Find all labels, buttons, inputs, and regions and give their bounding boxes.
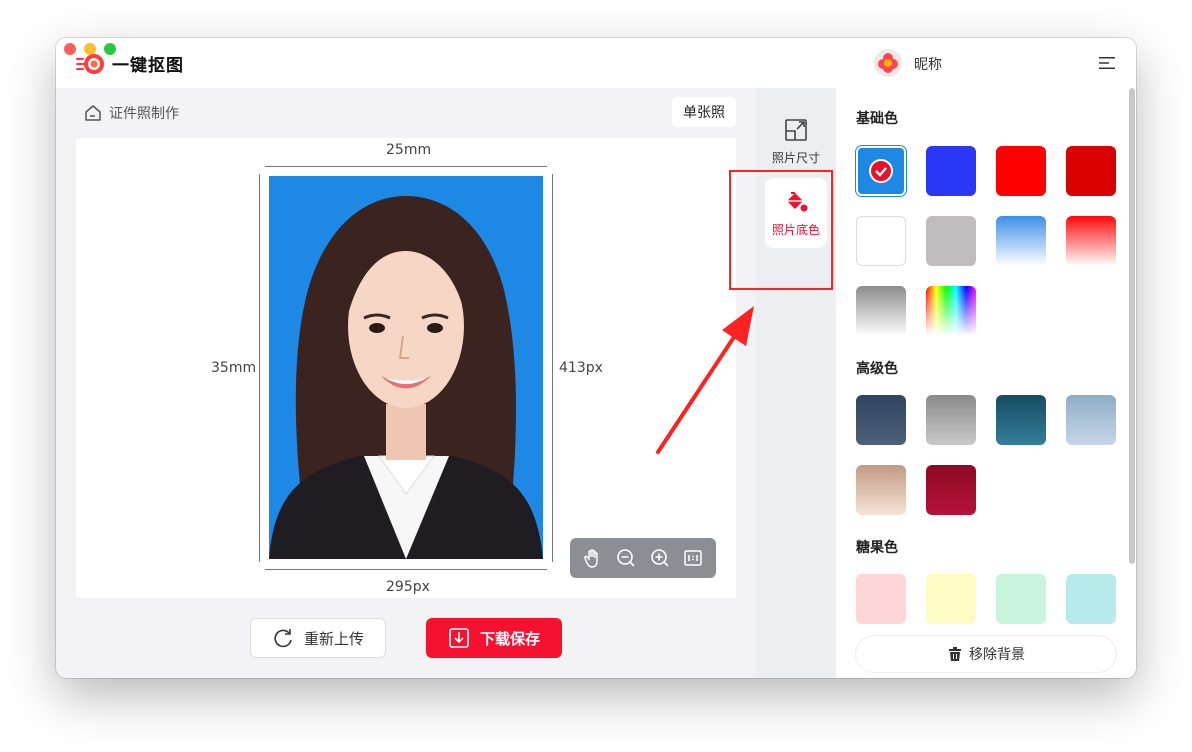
candy-color-swatch-3[interactable]	[996, 574, 1046, 624]
close-window-button[interactable]	[64, 43, 76, 55]
selected-check-icon	[869, 159, 893, 183]
app-title: 一键抠图	[112, 56, 184, 76]
menu-icon[interactable]	[1099, 55, 1115, 71]
reupload-label: 重新上传	[303, 629, 364, 648]
candy-color-swatch-2[interactable]	[926, 574, 976, 624]
color-panel: 基础色 高级色 糖果色 移除背景	[836, 88, 1136, 678]
trash-icon	[949, 647, 961, 661]
width-mm-label: 25mm	[386, 142, 432, 158]
color-panel-scrollbar[interactable]	[1129, 88, 1135, 564]
height-mm-label: 35mm	[211, 360, 257, 376]
tab-photo-size[interactable]: 照片尺寸	[765, 106, 827, 176]
candy-colors-title: 糖果色	[856, 540, 898, 556]
annotation-arrow	[656, 306, 754, 454]
candy-color-swatch-1[interactable]	[856, 574, 906, 624]
basic-color-swatch-9[interactable]	[856, 286, 906, 336]
basic-colors-title: 基础色	[856, 111, 898, 127]
download-icon	[449, 628, 469, 648]
single-photo-button[interactable]: 单张照	[672, 97, 736, 127]
remove-background-label: 移除背景	[969, 647, 1025, 663]
home-icon	[85, 105, 101, 121]
portrait-illustration	[269, 176, 543, 559]
advanced-colors-title: 高级色	[856, 361, 898, 377]
refresh-icon	[274, 629, 292, 648]
photo-canvas: 25mm 35mm 413px 295px	[76, 138, 736, 598]
zoom-in-icon[interactable]	[649, 547, 671, 569]
resize-icon	[785, 118, 807, 141]
basic-color-swatch-2[interactable]	[926, 146, 976, 196]
download-save-button[interactable]: 下载保存	[426, 618, 562, 658]
basic-color-swatch-4[interactable]	[1066, 146, 1116, 196]
basic-color-swatch-1[interactable]	[856, 146, 906, 196]
basic-color-swatch-10[interactable]	[926, 286, 976, 336]
basic-color-swatch-5[interactable]	[856, 216, 906, 266]
right-dimension-line	[552, 174, 553, 562]
basic-color-swatch-3[interactable]	[996, 146, 1046, 196]
remove-background-button[interactable]: 移除背景	[856, 636, 1116, 672]
width-px-label: 295px	[386, 579, 430, 595]
left-dimension-line	[259, 174, 260, 562]
advanced-color-swatch-6[interactable]	[926, 465, 976, 515]
height-px-label: 413px	[559, 360, 603, 376]
app-logo-icon	[76, 54, 104, 74]
advanced-color-swatch-4[interactable]	[1066, 395, 1116, 445]
top-dimension-line	[265, 166, 547, 167]
breadcrumb[interactable]: 证件照制作	[84, 103, 179, 123]
zoom-out-icon[interactable]	[615, 547, 637, 569]
advanced-color-swatch-3[interactable]	[996, 395, 1046, 445]
titlebar: 一键抠图 昵称	[56, 38, 1136, 88]
annotation-highlight-box	[729, 170, 833, 290]
basic-color-swatch-7[interactable]	[996, 216, 1046, 266]
actual-size-icon[interactable]	[682, 547, 704, 569]
reupload-button[interactable]: 重新上传	[250, 618, 386, 658]
avatar-flower-icon	[878, 53, 898, 73]
basic-color-swatch-6[interactable]	[926, 216, 976, 266]
tab-photo-size-label: 照片尺寸	[771, 150, 820, 165]
app-window: 一键抠图 昵称 证件照制作 单张照 25mm 35mm 413px 295px …	[56, 38, 1136, 678]
advanced-color-swatch-5[interactable]	[856, 465, 906, 515]
candy-color-swatch-4[interactable]	[1066, 574, 1116, 624]
id-photo[interactable]	[269, 176, 543, 559]
advanced-color-swatch-1[interactable]	[856, 395, 906, 445]
download-save-label: 下载保存	[479, 629, 540, 648]
advanced-color-swatch-2[interactable]	[926, 395, 976, 445]
username[interactable]: 昵称	[914, 54, 942, 74]
avatar[interactable]	[874, 49, 902, 77]
basic-color-swatch-8[interactable]	[1066, 216, 1116, 266]
breadcrumb-label: 证件照制作	[109, 106, 179, 122]
bottom-dimension-line	[265, 569, 547, 570]
zoom-toolbar	[570, 538, 716, 578]
hand-icon[interactable]	[582, 547, 604, 569]
